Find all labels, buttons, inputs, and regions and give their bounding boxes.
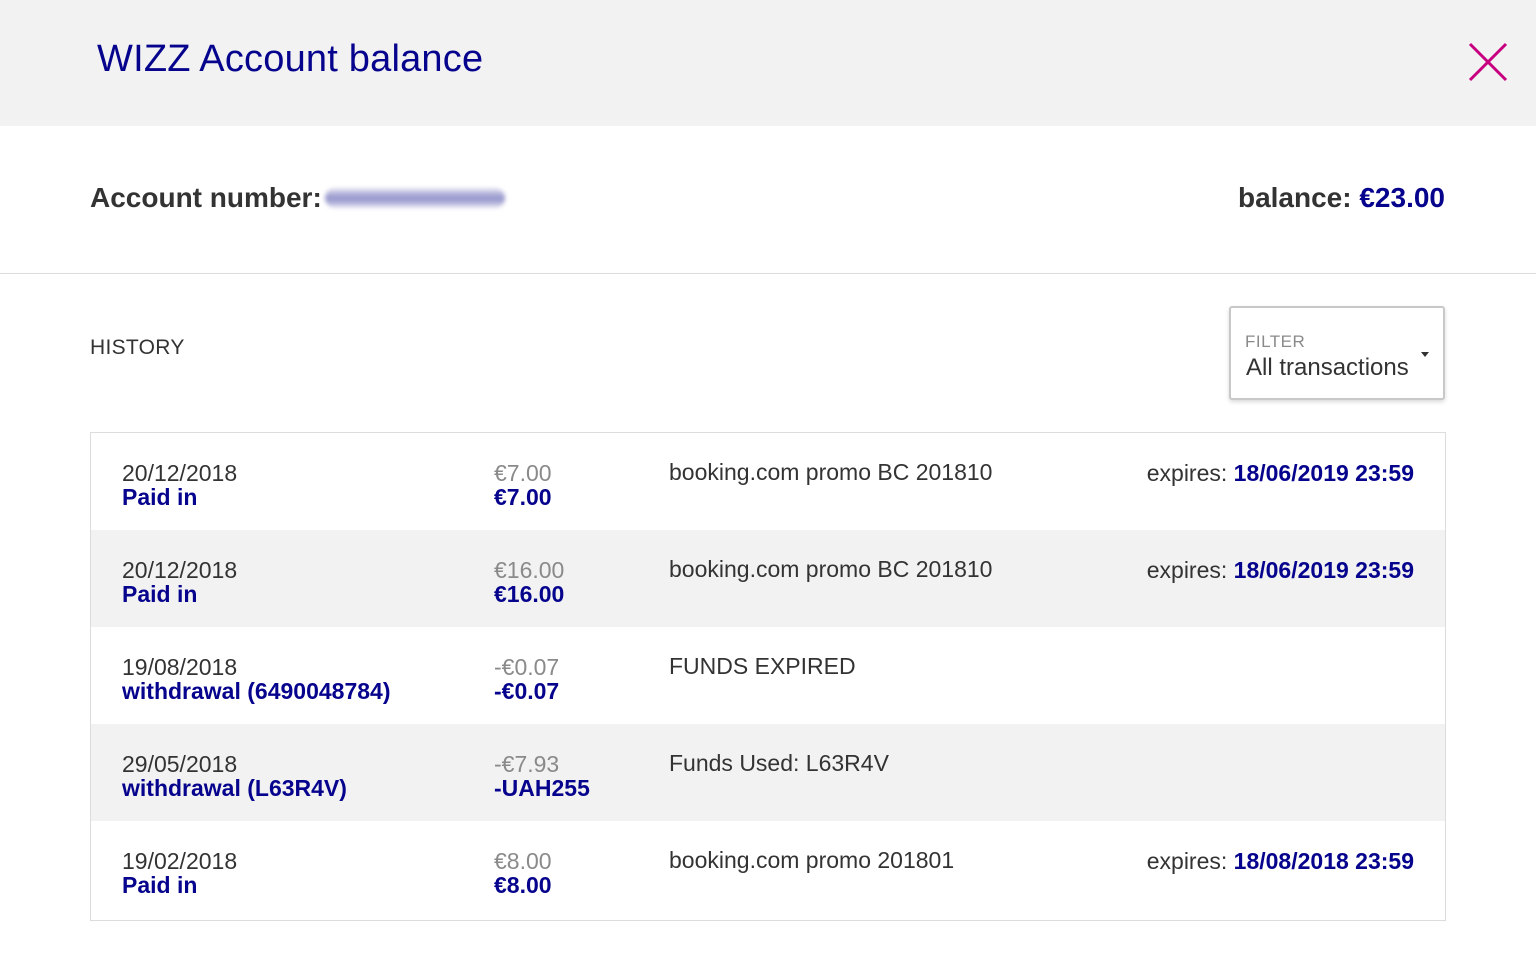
- transaction-expiry: expires: 18/06/2019 23:59: [1147, 557, 1414, 584]
- filter-label: FILTER: [1245, 332, 1306, 351]
- account-summary: Account number: balance: €23.00: [0, 126, 1536, 274]
- transaction-original-amount: -€0.07: [494, 654, 560, 680]
- transaction-date: 20/12/2018: [122, 557, 238, 583]
- transaction-date: 20/12/2018: [122, 460, 238, 486]
- filter-select[interactable]: FILTER All transactions: [1229, 306, 1445, 400]
- transaction-original-amount: €7.00: [494, 460, 552, 486]
- transaction-expiry: expires: 18/08/2018 23:59: [1147, 848, 1414, 875]
- transaction-date: 29/05/2018: [122, 751, 238, 777]
- transaction-description: FUNDS EXPIRED: [669, 653, 856, 679]
- account-number-label: Account number:: [90, 182, 322, 213]
- transaction-amount: €16.00: [494, 581, 565, 607]
- filter-value: All transactions: [1246, 354, 1409, 381]
- expiry-label: expires:: [1146, 848, 1228, 874]
- balance: balance: €23.00: [1238, 182, 1445, 214]
- table-row: 20/12/2018 Paid in €7.00 €7.00 booking.c…: [91, 433, 1445, 530]
- transaction-original-amount: €8.00: [494, 848, 552, 874]
- table-row: 19/08/2018 withdrawal (6490048784) -€0.0…: [91, 627, 1445, 724]
- transaction-amount: -€0.07: [494, 678, 560, 704]
- transaction-description: Funds Used: L63R4V: [669, 750, 889, 776]
- close-button[interactable]: [1466, 40, 1510, 84]
- history-heading: HISTORY: [90, 336, 185, 359]
- balance-label: balance:: [1237, 182, 1352, 213]
- transaction-amount: €8.00: [494, 872, 552, 898]
- transaction-expiry: expires: 18/06/2019 23:59: [1147, 460, 1414, 487]
- modal-header: WIZZ Account balance: [0, 0, 1536, 126]
- transaction-type: withdrawal (L63R4V): [122, 775, 347, 801]
- transaction-original-amount: -€7.93: [494, 751, 560, 777]
- expiry-date: 18/06/2019 23:59: [1233, 557, 1414, 583]
- transaction-type: Paid in: [122, 581, 198, 607]
- transaction-amount: -UAH255: [494, 775, 590, 801]
- balance-value: €23.00: [1359, 182, 1445, 213]
- transaction-date: 19/08/2018: [122, 654, 238, 680]
- expiry-date: 18/08/2018 23:59: [1233, 848, 1414, 874]
- transaction-type: withdrawal (6490048784): [122, 678, 391, 704]
- transaction-date: 19/02/2018: [122, 848, 238, 874]
- table-row: 20/12/2018 Paid in €16.00 €16.00 booking…: [91, 530, 1445, 627]
- transaction-description: booking.com promo 201801: [669, 847, 955, 873]
- expiry-date: 18/06/2019 23:59: [1233, 460, 1414, 486]
- table-row: 19/02/2018 Paid in €8.00 €8.00 booking.c…: [91, 821, 1445, 918]
- transaction-type: Paid in: [122, 872, 198, 898]
- account-number-redacted: [325, 188, 505, 208]
- close-icon: [1468, 42, 1508, 82]
- transaction-type: Paid in: [122, 484, 198, 510]
- table-row: 29/05/2018 withdrawal (L63R4V) -€7.93 -U…: [91, 724, 1445, 821]
- transaction-amount: €7.00: [494, 484, 552, 510]
- transactions-table: 20/12/2018 Paid in €7.00 €7.00 booking.c…: [90, 432, 1446, 921]
- expiry-label: expires:: [1146, 557, 1228, 583]
- modal-title: WIZZ Account balance: [97, 38, 484, 80]
- transaction-description: booking.com promo BC 201810: [669, 459, 993, 485]
- transaction-original-amount: €16.00: [494, 557, 565, 583]
- caret-down-icon: [1421, 352, 1429, 357]
- expiry-label: expires:: [1146, 460, 1228, 486]
- transaction-description: booking.com promo BC 201810: [669, 556, 993, 582]
